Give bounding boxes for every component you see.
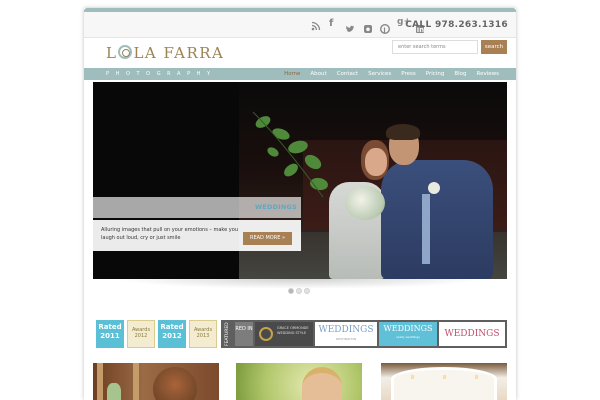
groom-hair bbox=[386, 124, 420, 140]
nav-item-services[interactable]: Services bbox=[363, 68, 396, 80]
frame-pillar bbox=[97, 363, 103, 400]
slider-dot-1[interactable] bbox=[288, 288, 294, 294]
nav-items: Home About Contact Services Press Pricin… bbox=[279, 68, 504, 80]
slider-dot-2[interactable] bbox=[296, 288, 302, 294]
nav-item-reviews[interactable]: Reviews bbox=[472, 68, 505, 80]
logo-text-l: L bbox=[106, 44, 118, 62]
child-shape bbox=[153, 367, 197, 400]
logo-text-rest: LA FARRA bbox=[133, 44, 225, 62]
grace-logo-icon bbox=[259, 327, 273, 341]
weddings-magazine-logo[interactable]: WEDDINGS bbox=[439, 322, 505, 346]
pub2-subtitle: really weddings bbox=[396, 335, 420, 339]
grace-logo-text: GRACE ORMONDE WEDDING STYLE bbox=[277, 326, 309, 335]
leaves-decoration bbox=[252, 111, 328, 198]
nav-item-about[interactable]: About bbox=[305, 68, 331, 80]
bouquet bbox=[345, 186, 385, 220]
facebook-icon[interactable]: f bbox=[329, 19, 333, 29]
really-weddings-logo[interactable]: WEDDINGS really weddings bbox=[379, 322, 437, 346]
slider-dots bbox=[288, 288, 310, 294]
slider-dot-3[interactable] bbox=[304, 288, 310, 294]
slider-caption: Alluring images that pull on your emotio… bbox=[101, 227, 238, 241]
featured-label: FEATURED bbox=[225, 322, 230, 346]
groom-suit bbox=[381, 160, 493, 279]
badge-rated-2011[interactable]: Rated 2011 bbox=[96, 320, 124, 348]
rss-icon[interactable] bbox=[311, 19, 321, 33]
venue-light bbox=[411, 375, 414, 379]
thumbnail-portrait-child[interactable] bbox=[93, 363, 219, 400]
destination-weddings-logo[interactable]: WEDDINGS DESTINATION bbox=[315, 322, 377, 346]
site-logo[interactable]: L LA FARRA bbox=[106, 44, 224, 62]
instagram-icon[interactable] bbox=[363, 19, 373, 38]
badge-award-2013[interactable]: Awards 2013 bbox=[189, 320, 217, 348]
category-label: WEDDINGS bbox=[255, 203, 297, 211]
nav-item-pricing[interactable]: Pricing bbox=[421, 68, 450, 80]
thumbnail-portrait-woman[interactable] bbox=[236, 363, 362, 400]
featured-in-strip: FEATURED RED IN GRACE ORMONDE WEDDING ST… bbox=[221, 320, 507, 348]
page-container: f g+ CALL 978.263.1316 L LA FARRA enter s… bbox=[84, 8, 516, 400]
red-in-label: RED IN bbox=[235, 322, 253, 346]
frame-pillar bbox=[133, 363, 139, 400]
phone-number: CALL 978.263.1316 bbox=[405, 20, 508, 30]
venue-arch bbox=[391, 367, 497, 400]
search-button[interactable]: search bbox=[481, 40, 507, 54]
venue-light bbox=[475, 375, 478, 379]
twitter-icon[interactable] bbox=[345, 19, 355, 38]
boutonniere bbox=[428, 182, 440, 194]
plant-shape bbox=[107, 383, 121, 400]
badge-rated-2012[interactable]: Rated 2012 bbox=[158, 320, 186, 348]
grace-ormonde-logo[interactable]: GRACE ORMONDE WEDDING STYLE bbox=[255, 322, 313, 346]
nav-item-contact[interactable]: Contact bbox=[332, 68, 363, 80]
venue-light bbox=[443, 375, 446, 379]
nav-item-press[interactable]: Press bbox=[396, 68, 420, 80]
pub1-title: WEDDINGS bbox=[318, 325, 374, 335]
badge-rated-2012-text: Rated 2012 bbox=[160, 323, 184, 340]
groom-tie bbox=[422, 194, 430, 264]
thumbnail-row bbox=[93, 363, 507, 400]
badge-rated-2011-text: Rated 2011 bbox=[98, 323, 122, 340]
badge-award-2012[interactable]: Awards 2012 bbox=[127, 320, 155, 348]
logo-o-icon bbox=[118, 45, 133, 59]
nav-item-home[interactable]: Home bbox=[279, 68, 305, 80]
main-nav: PHOTOGRAPHY Home About Contact Services … bbox=[84, 68, 516, 80]
thumbnail-venue[interactable] bbox=[381, 363, 507, 400]
woman-face-shape bbox=[302, 367, 342, 400]
hero-slider[interactable]: WEDDINGS Alluring images that pull on yo… bbox=[93, 82, 507, 279]
read-more-button[interactable]: READ MORE » bbox=[243, 232, 292, 245]
pub1-subtitle: DESTINATION bbox=[335, 337, 357, 341]
top-bar: f g+ CALL 978.263.1316 bbox=[84, 12, 516, 38]
logo-tagline: PHOTOGRAPHY bbox=[106, 71, 217, 77]
pinterest-icon[interactable] bbox=[379, 19, 391, 38]
bride-face bbox=[365, 148, 387, 176]
pub2-title: WEDDINGS bbox=[383, 324, 433, 333]
nav-item-blog[interactable]: Blog bbox=[449, 68, 471, 80]
search-input[interactable]: enter search terms bbox=[392, 40, 478, 54]
